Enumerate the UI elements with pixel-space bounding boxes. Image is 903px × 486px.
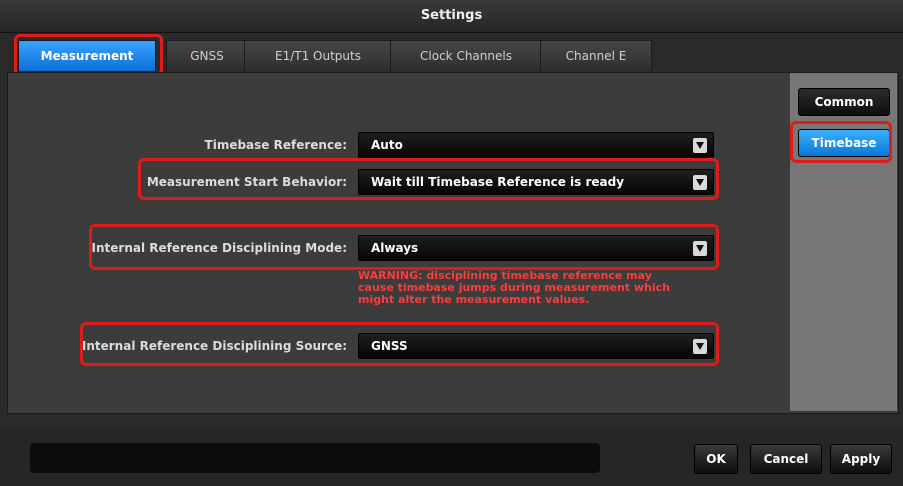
status-field — [30, 443, 600, 473]
highlight-measurement-start — [138, 158, 719, 200]
tab-clock-channels[interactable]: Clock Channels — [390, 40, 542, 71]
warning-line: might alter the measurement values. — [358, 293, 590, 306]
ok-button[interactable]: OK — [694, 444, 738, 474]
timebase-reference-select[interactable]: Auto — [358, 132, 714, 158]
chevron-down-icon — [693, 138, 707, 153]
cancel-button[interactable]: Cancel — [750, 444, 822, 474]
highlight-measurement-tab — [14, 34, 163, 76]
timebase-reference-label: Timebase Reference: — [204, 138, 347, 152]
tab-gnss[interactable]: GNSS — [166, 40, 248, 71]
window-title: Settings — [0, 0, 903, 33]
warning-text: WARNING: disciplining timebase reference… — [358, 270, 718, 306]
timebase-reference-value: Auto — [371, 138, 403, 152]
common-button[interactable]: Common — [798, 88, 890, 116]
highlight-disciplining-source — [80, 322, 719, 366]
tab-e1t1-outputs[interactable]: E1/T1 Outputs — [244, 40, 392, 71]
apply-button[interactable]: Apply — [830, 444, 892, 474]
highlight-timebase-button — [790, 121, 892, 163]
highlight-disciplining-mode — [89, 224, 719, 270]
tab-channel-e[interactable]: Channel E — [540, 40, 652, 71]
